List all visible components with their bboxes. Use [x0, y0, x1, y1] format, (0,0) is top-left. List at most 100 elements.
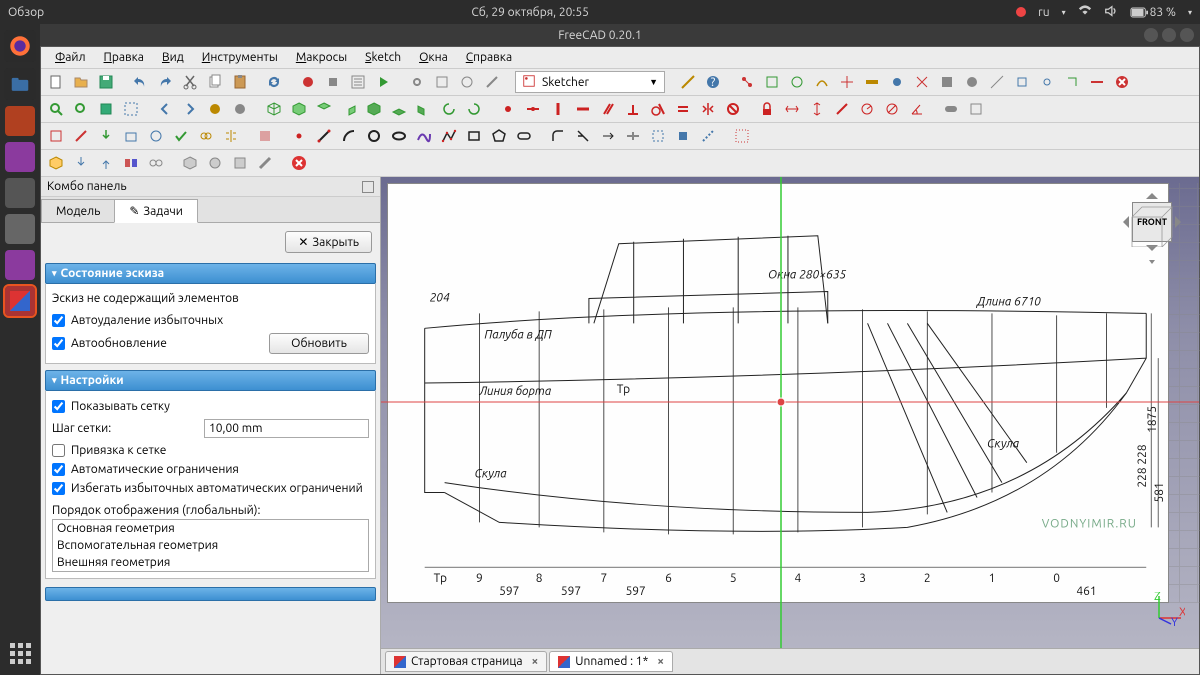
keyboard-layout[interactable]: ru: [1038, 6, 1049, 19]
cns-pointonline-icon[interactable]: [522, 98, 544, 120]
navcube-menu-icon[interactable]: [1145, 255, 1159, 269]
tool-2[interactable]: [431, 71, 453, 93]
macro-list-icon[interactable]: [347, 71, 369, 93]
tb-g6[interactable]: [861, 71, 883, 93]
dock-app-5[interactable]: [5, 178, 35, 208]
window-maximize[interactable]: [1162, 28, 1176, 42]
cns-disty-icon[interactable]: [806, 98, 828, 120]
sk-viewsection-icon[interactable]: [254, 125, 276, 147]
sk-leave-icon[interactable]: [95, 125, 117, 147]
battery-indicator[interactable]: 83 %: [1130, 6, 1176, 19]
refresh-icon[interactable]: [263, 71, 285, 93]
tb-g14[interactable]: [1061, 71, 1083, 93]
dock-app-6[interactable]: [5, 214, 35, 244]
cns-distx-icon[interactable]: [781, 98, 803, 120]
view-sel-icon[interactable]: [70, 98, 92, 120]
activities[interactable]: Обзор: [8, 6, 44, 19]
sk-map-icon[interactable]: [120, 125, 142, 147]
sk-mirror-icon[interactable]: [220, 125, 242, 147]
part-export-icon[interactable]: [95, 152, 117, 174]
view-fit-icon[interactable]: [45, 98, 67, 120]
geo-rect-icon[interactable]: [463, 125, 485, 147]
dock-files[interactable]: [4, 68, 36, 100]
close-toolbar-icon[interactable]: [288, 152, 310, 174]
tool-3[interactable]: [456, 71, 478, 93]
tb-g15[interactable]: [1086, 71, 1108, 93]
left-icon[interactable]: [413, 98, 435, 120]
detach-icon[interactable]: [362, 181, 374, 193]
geo-polyline-icon[interactable]: [438, 125, 460, 147]
display-order-list[interactable]: Основная геометрия Вспомогательная геоме…: [52, 519, 369, 572]
cns-radius-icon[interactable]: [856, 98, 878, 120]
nav-fwd-icon[interactable]: [179, 98, 201, 120]
cns-diameter-icon[interactable]: [881, 98, 903, 120]
tb-g10[interactable]: [961, 71, 983, 93]
link-back-icon[interactable]: [229, 98, 251, 120]
tb-g1[interactable]: [736, 71, 758, 93]
geo-ellipse-icon[interactable]: [388, 125, 410, 147]
macro-stop-icon[interactable]: [322, 71, 344, 93]
geo-slot-icon[interactable]: [513, 125, 535, 147]
geo-bspline-icon[interactable]: [413, 125, 435, 147]
geo-construction-icon[interactable]: [697, 125, 719, 147]
part-import-icon[interactable]: [70, 152, 92, 174]
bottom-icon[interactable]: [388, 98, 410, 120]
whatsthis-icon[interactable]: ?: [702, 71, 724, 93]
chk-snap[interactable]: Привязка к сетке: [52, 441, 369, 460]
dock-app-7[interactable]: [5, 250, 35, 280]
geo-arc-icon[interactable]: [338, 125, 360, 147]
bsp-3-icon[interactable]: [229, 152, 251, 174]
sk-merge-icon[interactable]: [195, 125, 217, 147]
tb-close-icon[interactable]: [1111, 71, 1133, 93]
section-collapsed[interactable]: [45, 587, 376, 601]
macro-rec-icon[interactable]: [297, 71, 319, 93]
tb-g9[interactable]: [936, 71, 958, 93]
sk-reorient-icon[interactable]: [145, 125, 167, 147]
undo-icon[interactable]: [129, 71, 151, 93]
cns-symm-icon[interactable]: [697, 98, 719, 120]
front-icon[interactable]: [288, 98, 310, 120]
doc-tab-unnamed[interactable]: Unnamed : 1* ×: [549, 651, 673, 672]
cns-angle-icon[interactable]: [906, 98, 928, 120]
virtual-space-icon[interactable]: [731, 125, 753, 147]
cut-icon[interactable]: [179, 71, 201, 93]
menu-file[interactable]: Файл: [47, 49, 94, 66]
sk-validate-icon[interactable]: [170, 125, 192, 147]
cns-tangent-icon[interactable]: [647, 98, 669, 120]
cns-dist-icon[interactable]: [831, 98, 853, 120]
menu-sketch[interactable]: Sketch: [357, 49, 409, 66]
nav-back-icon[interactable]: [154, 98, 176, 120]
save-icon[interactable]: [95, 71, 117, 93]
menu-macros[interactable]: Макросы: [288, 49, 355, 66]
link-make-icon[interactable]: [145, 152, 167, 174]
tb-g3[interactable]: [786, 71, 808, 93]
system-menu-icon[interactable]: ▾: [1188, 8, 1192, 17]
geo-line-icon[interactable]: [313, 125, 335, 147]
dock-app-3[interactable]: [5, 106, 35, 136]
close-tab-icon[interactable]: ×: [657, 655, 664, 668]
menu-edit[interactable]: Правка: [96, 49, 152, 66]
menu-windows[interactable]: Окна: [411, 49, 456, 66]
wifi-icon[interactable]: [1078, 4, 1092, 21]
iso-icon[interactable]: [263, 98, 285, 120]
cns-activate-icon[interactable]: [965, 98, 987, 120]
3d-viewport[interactable]: 204 Палуба в ДП Линия борта Скула Скула …: [381, 177, 1199, 674]
link-go-icon[interactable]: [204, 98, 226, 120]
tb-g2[interactable]: [761, 71, 783, 93]
chk-auto-update[interactable]: Автообновление: [52, 334, 263, 353]
tb-g13[interactable]: [1036, 71, 1058, 93]
measure-icon[interactable]: [677, 71, 699, 93]
list-item[interactable]: Основная геометрия: [53, 520, 368, 537]
chk-avoid-redundant[interactable]: Избегать избыточных автоматических огран…: [52, 479, 369, 498]
close-tab-icon[interactable]: ×: [532, 655, 539, 668]
rear-icon[interactable]: [363, 98, 385, 120]
geo-external-icon[interactable]: [647, 125, 669, 147]
tb-g4[interactable]: [811, 71, 833, 93]
tb-g8[interactable]: [911, 71, 933, 93]
bsp-2-icon[interactable]: [204, 152, 226, 174]
geo-fillet-icon[interactable]: [547, 125, 569, 147]
section-sketch-status[interactable]: ▾ Состояние эскиза: [45, 263, 376, 284]
bsp-4-icon[interactable]: [254, 152, 276, 174]
tab-model[interactable]: Модель: [41, 199, 115, 222]
tb-g12[interactable]: [1011, 71, 1033, 93]
